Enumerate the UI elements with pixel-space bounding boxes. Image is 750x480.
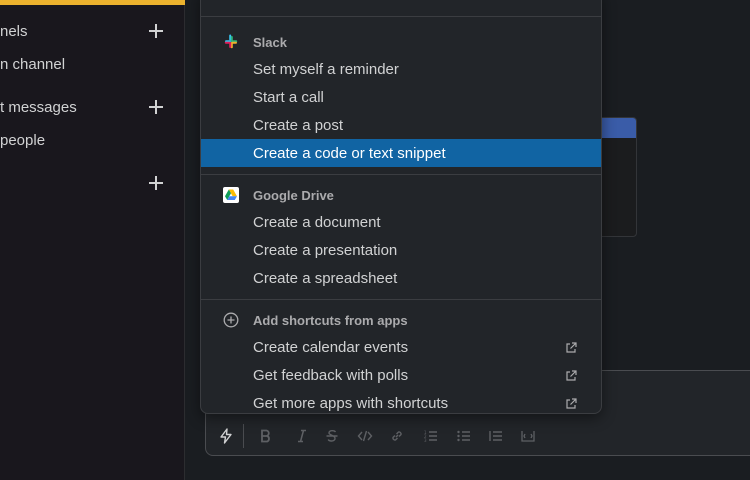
menu-item-label: Create a code or text snippet xyxy=(253,144,446,162)
menu-item-label: Set myself a reminder xyxy=(253,60,399,78)
shortcuts-menu: Slack Set myself a reminder Start a call… xyxy=(200,0,602,414)
sidebar-direct-messages-label: t messages xyxy=(0,98,77,116)
sidebar-add-people[interactable]: people xyxy=(0,126,185,154)
blockquote-icon[interactable] xyxy=(486,426,506,446)
menu-item-label: Create a presentation xyxy=(253,241,398,259)
slack-section-header: Slack xyxy=(201,29,601,55)
google-drive-logo-icon xyxy=(223,187,239,203)
bold-icon[interactable] xyxy=(256,426,276,446)
sidebar-direct-messages-header[interactable]: t messages xyxy=(0,93,185,121)
external-link-icon xyxy=(565,397,577,409)
apps-section-title: Add shortcuts from apps xyxy=(253,312,408,328)
svg-text:3: 3 xyxy=(424,438,427,443)
menu-item-create-presentation[interactable]: Create a presentation xyxy=(201,236,601,264)
add-direct-message-plus-icon[interactable] xyxy=(149,100,163,114)
menu-item-label: Create calendar events xyxy=(253,338,409,356)
sidebar: nels n channel t messages people xyxy=(0,0,185,480)
google-drive-section-header: Google Drive xyxy=(201,182,601,208)
sidebar-channels-label: nels xyxy=(0,22,28,40)
sidebar-add-channel[interactable]: n channel xyxy=(0,50,185,78)
menu-item-label: Get more apps with shortcuts xyxy=(253,394,449,412)
menu-divider xyxy=(201,174,601,175)
menu-item-start-call[interactable]: Start a call xyxy=(201,83,601,111)
external-link-icon xyxy=(565,341,577,353)
code-icon[interactable] xyxy=(355,426,375,446)
menu-item-set-reminder[interactable]: Set myself a reminder xyxy=(201,55,601,83)
italic-icon[interactable] xyxy=(292,426,312,446)
menu-item-label: Create a spreadsheet xyxy=(253,269,398,287)
add-channel-plus-icon[interactable] xyxy=(149,24,163,38)
menu-divider xyxy=(201,16,601,17)
sidebar-channels-header[interactable]: nels xyxy=(0,17,185,45)
ordered-list-icon[interactable]: 123 xyxy=(421,426,441,446)
menu-item-feedback-polls[interactable]: Get feedback with polls xyxy=(201,361,601,389)
menu-item-create-post[interactable]: Create a post xyxy=(201,111,601,139)
code-block-icon[interactable] xyxy=(518,426,538,446)
composer-toolbar: 123 xyxy=(205,420,750,452)
strikethrough-icon[interactable] xyxy=(322,426,342,446)
sidebar-add-people-label: people xyxy=(0,131,46,149)
menu-item-label: Create a post xyxy=(253,116,344,134)
lightning-icon[interactable] xyxy=(216,426,236,446)
toolbar-divider xyxy=(243,424,244,448)
menu-divider xyxy=(201,299,601,300)
menu-item-create-snippet[interactable]: Create a code or text snippet xyxy=(201,139,601,167)
menu-item-label: Start a call xyxy=(253,88,324,106)
apps-section-header[interactable]: Add shortcuts from apps xyxy=(201,307,601,333)
menu-item-calendar-events[interactable]: Create calendar events xyxy=(201,333,601,361)
background-card xyxy=(596,117,637,237)
external-link-icon xyxy=(565,369,577,381)
menu-item-create-document[interactable]: Create a document xyxy=(201,208,601,236)
google-drive-section-title: Google Drive xyxy=(253,187,334,203)
sidebar-add-channel-label: n channel xyxy=(0,55,66,73)
bulleted-list-icon[interactable] xyxy=(454,426,474,446)
menu-item-create-spreadsheet[interactable]: Create a spreadsheet xyxy=(201,264,601,292)
background-card-header xyxy=(597,118,636,138)
add-circle-icon xyxy=(223,312,239,328)
menu-item-label: Create a document xyxy=(253,213,381,231)
sidebar-apps-header[interactable] xyxy=(0,169,185,197)
slack-logo-icon xyxy=(223,34,239,50)
menu-item-label: Get feedback with polls xyxy=(253,366,409,384)
link-icon[interactable] xyxy=(387,426,407,446)
menu-item-more-apps[interactable]: Get more apps with shortcuts xyxy=(201,389,601,413)
add-app-plus-icon[interactable] xyxy=(149,176,163,190)
workspace-accent-bar xyxy=(0,0,185,5)
slack-section-title: Slack xyxy=(253,34,287,50)
